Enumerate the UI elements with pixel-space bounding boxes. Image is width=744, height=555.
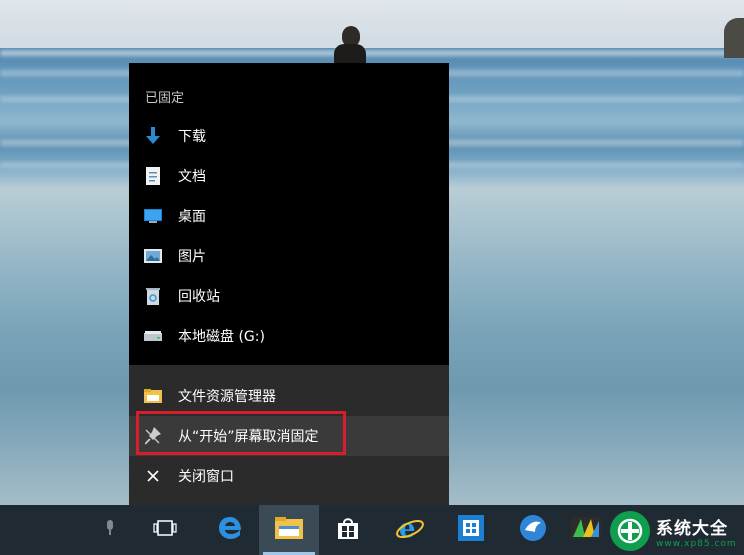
taskbar-bird-app-button[interactable] [503, 505, 563, 555]
pinned-section-label: 已固定 [145, 91, 185, 106]
watermark-url: www.xp85.com [656, 538, 737, 549]
download-arrow-icon [144, 127, 162, 145]
document-icon [144, 167, 162, 185]
app-grid-icon [458, 515, 484, 545]
taskbar-task-view-button[interactable] [135, 505, 195, 555]
jumplist-item-label: 回收站 [178, 289, 220, 305]
jumplist-item-label: 图片 [178, 249, 206, 265]
jumplist-item-label: 关闭窗口 [178, 469, 234, 485]
taskbar-color-app-button[interactable] [561, 505, 611, 555]
jumplist-item-label: 本地磁盘 (G:) [178, 329, 265, 345]
jumplist-task-close-window[interactable]: 关闭窗口 [129, 456, 449, 496]
jumplist-item-recycle-bin[interactable]: 回收站 [129, 276, 449, 316]
watermark-title: 系统大全 [656, 518, 728, 539]
taskbar-store-button[interactable] [318, 505, 378, 555]
drive-icon [144, 327, 162, 345]
close-icon [144, 467, 162, 485]
jumplist-item-label: 文件资源管理器 [178, 389, 276, 405]
taskbar-microphone-button[interactable] [80, 505, 140, 555]
taskbar-app-grid-button[interactable] [441, 505, 501, 555]
internet-explorer-icon: e [395, 514, 425, 546]
color-app-icon [571, 515, 601, 545]
jumplist-task-file-explorer[interactable]: 文件资源管理器 [129, 376, 449, 416]
pictures-icon [144, 247, 162, 265]
file-explorer-icon [275, 517, 303, 543]
jumplist-item-label: 文档 [178, 169, 206, 185]
watermark-logo-icon [610, 511, 650, 551]
jumplist-item-documents[interactable]: 文档 [129, 156, 449, 196]
file-explorer-icon [144, 387, 162, 405]
task-view-icon [153, 520, 177, 540]
jumplist-item-desktop[interactable]: 桌面 [129, 196, 449, 236]
jumplist-item-local-disk-g[interactable]: 本地磁盘 (G:) [129, 316, 449, 356]
jumplist-item-label: 下载 [178, 129, 206, 145]
jumplist-item-pictures[interactable]: 图片 [129, 236, 449, 276]
taskbar-edge-button[interactable] [200, 505, 260, 555]
jumplist-item-downloads[interactable]: 下载 [129, 116, 449, 156]
edge-icon [217, 515, 243, 545]
desktop-icon [144, 207, 162, 225]
jumplist-item-label: 桌面 [178, 209, 206, 225]
recycle-bin-icon [144, 287, 162, 305]
taskbar-internet-explorer-button[interactable]: e [380, 505, 440, 555]
sky [0, 0, 744, 48]
rock [724, 18, 744, 58]
person-silhouette [330, 26, 366, 68]
highlight-box [136, 411, 346, 455]
microphone-icon [105, 520, 115, 540]
store-icon [336, 516, 360, 544]
taskbar-file-explorer-button[interactable] [259, 505, 319, 555]
bird-app-icon [519, 514, 547, 546]
site-watermark: 系统大全 www.xp85.com [606, 507, 744, 555]
wave [0, 50, 744, 56]
